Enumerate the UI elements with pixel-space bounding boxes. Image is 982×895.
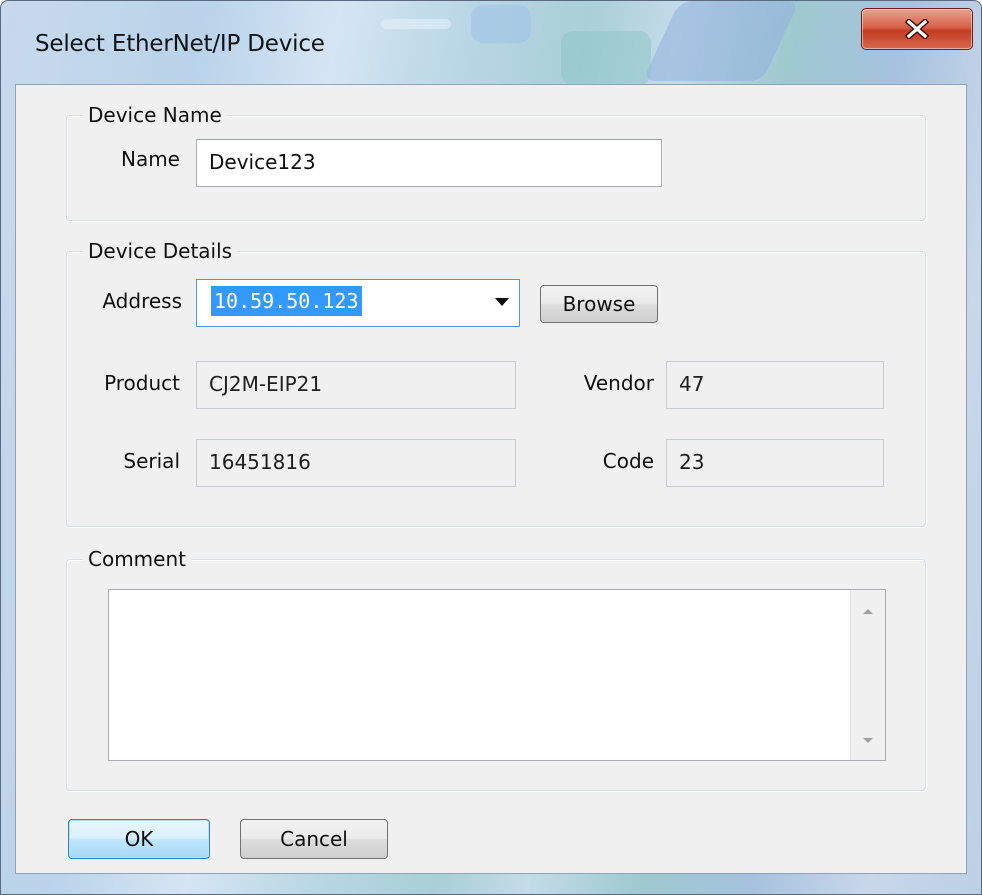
code-field: 23 (666, 439, 884, 487)
browse-button[interactable]: Browse (540, 285, 658, 323)
scroll-down-arrow-icon[interactable] (851, 724, 885, 758)
ok-button[interactable]: OK (68, 819, 210, 859)
window-title: Select EtherNet/IP Device (35, 31, 325, 57)
close-x-icon (904, 19, 930, 39)
scroll-up-arrow-icon[interactable] (851, 594, 885, 628)
chevron-down-icon[interactable] (495, 298, 509, 306)
code-label: Code (602, 449, 654, 473)
serial-label: Serial (123, 449, 180, 473)
vendor-label: Vendor (583, 371, 654, 395)
cancel-button[interactable]: Cancel (240, 819, 388, 859)
comment-scrollbar[interactable] (850, 590, 885, 760)
close-button[interactable] (861, 8, 973, 50)
name-field[interactable]: Device123 (196, 139, 662, 187)
vendor-field: 47 (666, 361, 884, 409)
address-combobox[interactable]: 10.59.50.123 (196, 279, 520, 327)
device-name-legend: Device Name (83, 102, 227, 128)
device-details-legend: Device Details (83, 238, 238, 264)
product-label: Product (104, 371, 180, 395)
name-label: Name (120, 147, 180, 171)
title-bar[interactable]: Select EtherNet/IP Device (1, 1, 981, 85)
product-field: CJ2M-EIP21 (196, 361, 516, 409)
comment-legend: Comment (83, 546, 191, 572)
address-label: Address (102, 289, 182, 313)
serial-field: 16451816 (196, 439, 516, 487)
dialog-window: Select EtherNet/IP Device Device Name Na… (0, 0, 982, 895)
dialog-client-area: Device Name Name Device123 Device Detail… (15, 84, 967, 874)
comment-textarea[interactable] (108, 589, 886, 761)
address-selected-text: 10.59.50.123 (211, 286, 362, 316)
